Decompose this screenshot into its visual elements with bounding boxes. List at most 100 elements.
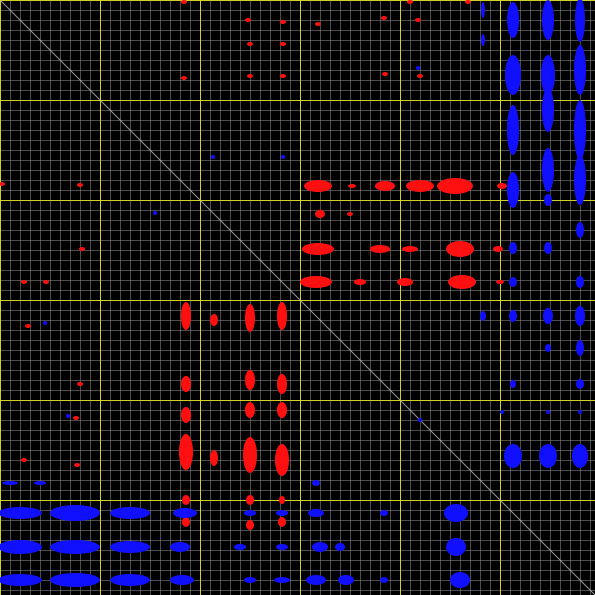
blue-streak <box>110 574 150 586</box>
red-streak <box>182 517 190 527</box>
blue-dot <box>418 418 422 422</box>
red-streak <box>245 370 255 390</box>
blue-streak <box>509 310 517 322</box>
blue-streak <box>50 540 100 554</box>
red-dot <box>181 0 187 4</box>
blue-streak <box>274 577 290 583</box>
contact-map[interactable] <box>0 0 595 595</box>
red-dot <box>74 463 80 467</box>
red-dot <box>247 74 253 78</box>
red-dot <box>280 74 286 78</box>
blue-streak <box>0 540 42 554</box>
blue-streak <box>276 544 288 550</box>
blue-streak <box>312 542 328 552</box>
red-streak <box>275 444 289 476</box>
blue-streak <box>480 311 486 321</box>
blue-streak <box>2 481 18 485</box>
red-streak <box>181 376 191 392</box>
blue-streak <box>308 509 324 517</box>
red-dot <box>417 74 423 78</box>
red-streak <box>210 450 218 466</box>
red-streak <box>181 302 191 330</box>
red-dot <box>415 18 421 22</box>
blue-streak <box>444 504 468 522</box>
blue-streak <box>450 572 470 588</box>
red-streak <box>179 434 193 470</box>
red-streak <box>277 402 287 418</box>
blue-dot <box>500 410 504 414</box>
blue-streak <box>170 575 194 585</box>
red-dot <box>73 416 79 420</box>
blue-streak <box>539 444 557 468</box>
red-dot <box>247 42 253 46</box>
blue-streak <box>575 0 585 42</box>
blue-dot <box>281 155 285 159</box>
blue-dot <box>546 410 550 414</box>
red-streak <box>277 374 287 394</box>
blue-streak <box>542 88 554 132</box>
blue-streak <box>244 510 256 516</box>
blue-dot <box>66 414 70 418</box>
blue-streak <box>50 505 100 521</box>
red-streak <box>243 437 257 473</box>
red-streak <box>245 402 255 418</box>
blue-streak <box>173 508 197 518</box>
contact-map-view <box>0 0 595 595</box>
blue-streak <box>504 444 522 468</box>
blue-streak <box>574 100 586 160</box>
blue-streak <box>542 0 554 40</box>
blue-streak <box>110 541 150 553</box>
red-streak <box>497 183 507 189</box>
red-streak <box>304 180 332 192</box>
red-streak <box>375 181 395 191</box>
red-streak <box>446 241 474 257</box>
blue-streak <box>545 344 551 352</box>
red-streak <box>245 304 255 332</box>
blue-streak <box>234 544 246 550</box>
blue-streak <box>543 308 553 324</box>
red-streak <box>402 246 418 252</box>
red-dot <box>245 18 251 22</box>
red-streak <box>279 496 285 504</box>
blue-streak <box>110 507 150 519</box>
blue-dot <box>153 211 157 215</box>
red-dot <box>79 247 85 251</box>
red-dot <box>381 16 387 20</box>
red-dot <box>25 324 31 328</box>
red-streak <box>397 278 413 286</box>
red-streak <box>347 212 353 216</box>
red-streak <box>302 243 334 255</box>
blue-dot <box>43 321 47 325</box>
blue-streak <box>380 510 388 516</box>
red-streak <box>210 314 218 326</box>
red-streak <box>370 245 390 253</box>
red-dot <box>315 22 321 26</box>
red-streak <box>246 520 254 530</box>
blue-streak <box>481 2 485 18</box>
blue-streak <box>507 172 519 208</box>
blue-streak <box>306 575 326 585</box>
blue-streak <box>446 538 466 556</box>
blue-streak <box>338 575 354 585</box>
blue-streak <box>575 306 585 326</box>
red-dot <box>21 280 27 284</box>
blue-streak <box>380 577 388 583</box>
blue-streak <box>335 543 345 551</box>
blue-streak <box>0 574 42 586</box>
red-streak <box>315 210 325 218</box>
blue-streak <box>505 55 521 95</box>
red-dot <box>465 0 471 4</box>
blue-streak <box>0 507 42 519</box>
blue-dot <box>416 66 420 70</box>
red-streak <box>246 495 254 505</box>
blue-streak <box>34 481 46 485</box>
red-streak <box>182 495 190 505</box>
red-streak <box>277 302 287 330</box>
blue-streak <box>542 148 554 192</box>
blue-streak <box>170 542 190 552</box>
red-dot <box>21 458 27 462</box>
red-streak <box>448 275 476 289</box>
blue-streak <box>576 276 584 288</box>
blue-streak <box>509 277 517 287</box>
blue-streak <box>312 480 320 486</box>
